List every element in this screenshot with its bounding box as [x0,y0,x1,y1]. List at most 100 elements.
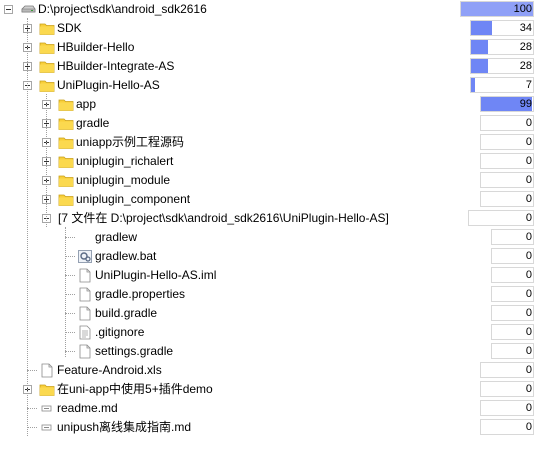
size-percent-bar: 28 [470,39,534,55]
size-percent-value: 0 [525,174,532,186]
tree-connector [65,237,75,238]
tree-row-label: UniPlugin-Hello-AS [57,78,160,92]
tree-row-uniplugin-hello-as-iml[interactable]: UniPlugin-Hello-AS.iml 0 [0,266,534,285]
size-percent-bar: 0 [468,210,534,226]
tree-row-label: uniapp示例工程源码 [76,135,185,149]
tree-row-7-d-project-sdk-android-sdk2616-uniplugin-hello-as[interactable]: [7 文件在 D:\project\sdk\android_sdk2616\Un… [0,209,534,228]
size-percent-bar: 100 [460,1,534,17]
tree-row-uniplugin-component[interactable]: uniplugin_component 0 [0,190,534,209]
tree-row-sdk[interactable]: SDK 34 [0,19,534,38]
tree-connector [65,332,75,333]
size-percent-bar: 0 [491,343,534,359]
tree-row-label: gradle [76,116,110,130]
size-percent-value: 0 [525,383,532,395]
tree-row-label: .gitignore [95,325,145,339]
tree-connector [65,256,75,257]
folder-icon [39,40,55,55]
drive-icon [20,2,36,17]
tree-row-label: 在uni-app中使用5+插件demo [57,382,213,396]
size-percent-fill [471,78,475,92]
tree-row-gitignore[interactable]: .gitignore 0 [0,323,534,342]
file-icon [77,287,93,302]
size-percent-bar: 0 [491,324,534,340]
size-percent-value: 0 [525,136,532,148]
file-icon [39,363,55,378]
folder-icon [39,78,55,93]
tree-row-readme-md[interactable]: readme.md 0 [0,399,534,418]
size-percent-value: 0 [525,345,532,357]
size-percent-bar: 0 [480,419,534,435]
size-percent-bar: 0 [491,248,534,264]
tree-row-app[interactable]: app 99 [0,95,534,114]
size-percent-value: 28 [519,41,532,53]
folder-icon [39,21,55,36]
file-icon [77,344,93,359]
size-percent-value: 0 [525,193,532,205]
tree-row-label: Feature-Android.xls [57,363,162,377]
tree-row-label: unipush离线集成指南.md [57,420,192,434]
folder-icon [58,192,74,207]
tree-row-hbuilder-hello[interactable]: HBuilder-Hello 28 [0,38,534,57]
folder-icon [39,382,55,397]
size-percent-bar: 0 [480,115,534,131]
size-percent-value: 0 [525,155,532,167]
tree-row-label: gradlew [95,230,138,244]
tree-row-unipush-md[interactable]: unipush离线集成指南.md 0 [0,418,534,437]
size-percent-value: 0 [525,288,532,300]
markdown-file-icon [39,401,55,416]
tree-row-d-project-sdk-android-sdk2616[interactable]: D:\project\sdk\android_sdk2616 100 [0,0,534,19]
size-percent-bar: 34 [470,20,534,36]
tree-row-uni-app-5-demo[interactable]: 在uni-app中使用5+插件demo 0 [0,380,534,399]
tree-row-uniplugin-module[interactable]: uniplugin_module 0 [0,171,534,190]
tree-row-label: HBuilder-Hello [57,40,135,54]
size-percent-value: 0 [525,326,532,338]
collapse-toggle[interactable] [4,5,13,14]
tree-row-gradle[interactable]: gradle 0 [0,114,534,133]
size-percent-value: 7 [525,79,532,91]
tree-row-gradlew[interactable]: gradlew 0 [0,228,534,247]
size-percent-value: 99 [519,98,532,110]
tree-row-label: gradlew.bat [95,249,157,263]
tree-row-label: uniplugin_component [76,192,191,206]
tree-row-settings-gradle[interactable]: settings.gradle 0 [0,342,534,361]
tree-row-uniapp[interactable]: uniapp示例工程源码 0 [0,133,534,152]
size-percent-value: 0 [525,307,532,319]
text-file-icon [77,325,93,340]
folder-icon [58,154,74,169]
size-percent-bar: 0 [480,172,534,188]
markdown-file-icon [39,420,55,435]
tree-row-label: readme.md [57,401,118,415]
tree-row-gradle-properties[interactable]: gradle.properties 0 [0,285,534,304]
tree-row-hbuilder-integrate-as[interactable]: HBuilder-Integrate-AS 28 [0,57,534,76]
size-percent-value: 0 [525,269,532,281]
tree-row-uniplugin-richalert[interactable]: uniplugin_richalert 0 [0,152,534,171]
tree-row-gradlew-bat[interactable]: gradlew.bat 0 [0,247,534,266]
size-percent-value: 0 [525,364,532,376]
size-percent-bar: 99 [480,96,534,112]
tree-row-label: settings.gradle [95,344,174,358]
tree-row-label: D:\project\sdk\android_sdk2616 [38,2,207,16]
tree-row-label: HBuilder-Integrate-AS [57,59,175,73]
tree-connector [65,351,75,352]
tree-row-build-gradle[interactable]: build.gradle 0 [0,304,534,323]
tree-row-label: [7 文件在 D:\project\sdk\android_sdk2616\Un… [58,211,389,225]
size-percent-bar: 0 [480,153,534,169]
size-percent-bar: 0 [480,362,534,378]
size-percent-fill [471,21,492,35]
tree-row-label: uniplugin_richalert [76,154,174,168]
size-percent-value: 0 [525,421,532,433]
batch-file-icon [77,249,93,264]
tree-row-feature-android-xls[interactable]: Feature-Android.xls 0 [0,361,534,380]
size-percent-bar: 28 [470,58,534,74]
tree-connector [65,275,75,276]
tree-guide-line [46,94,47,227]
tree-row-label: uniplugin_module [76,173,171,187]
size-percent-fill [471,40,488,54]
file-icon [77,306,93,321]
size-percent-bar: 0 [491,229,534,245]
tree-row-uniplugin-hello-as[interactable]: UniPlugin-Hello-AS 7 [0,76,534,95]
size-percent-value: 0 [525,402,532,414]
folder-icon [58,116,74,131]
tree-connector [27,370,37,371]
tree-row-label: gradle.properties [95,287,186,301]
